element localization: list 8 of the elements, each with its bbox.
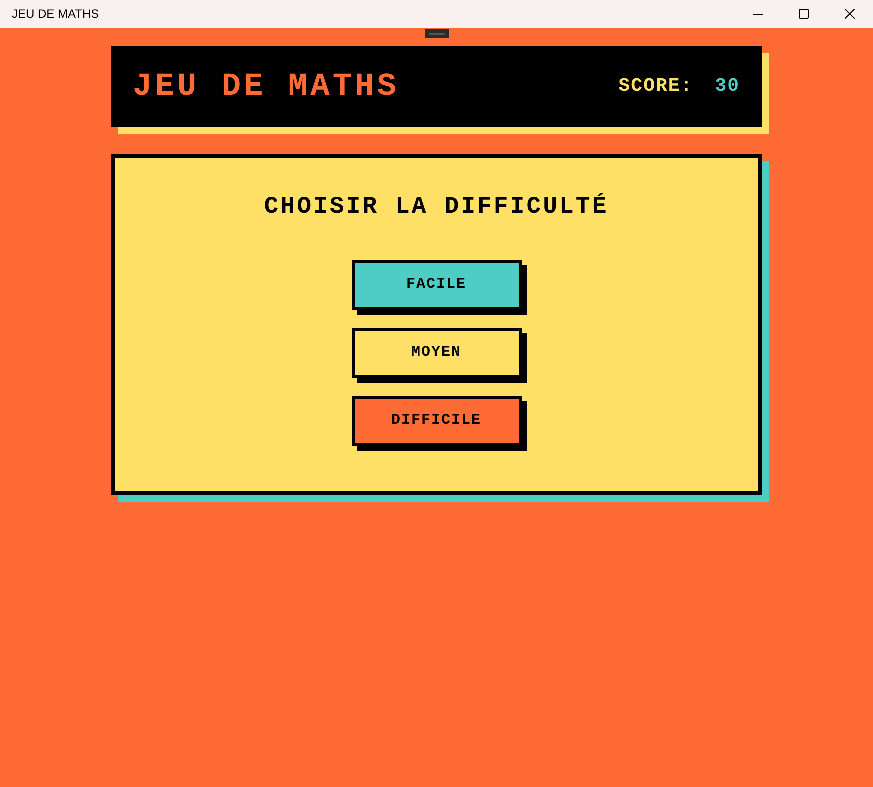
window-title: JEU DE MATHS (12, 6, 100, 23)
drag-handle[interactable] (424, 29, 448, 38)
maximize-icon (799, 9, 809, 19)
close-icon (845, 9, 855, 19)
score-value: 30 (715, 74, 740, 100)
panel-heading: CHOISIR LA DIFFICULTÉ (264, 192, 609, 223)
score-label: SCORE: (618, 74, 694, 100)
game-title: JEU DE MATHS (133, 66, 400, 106)
